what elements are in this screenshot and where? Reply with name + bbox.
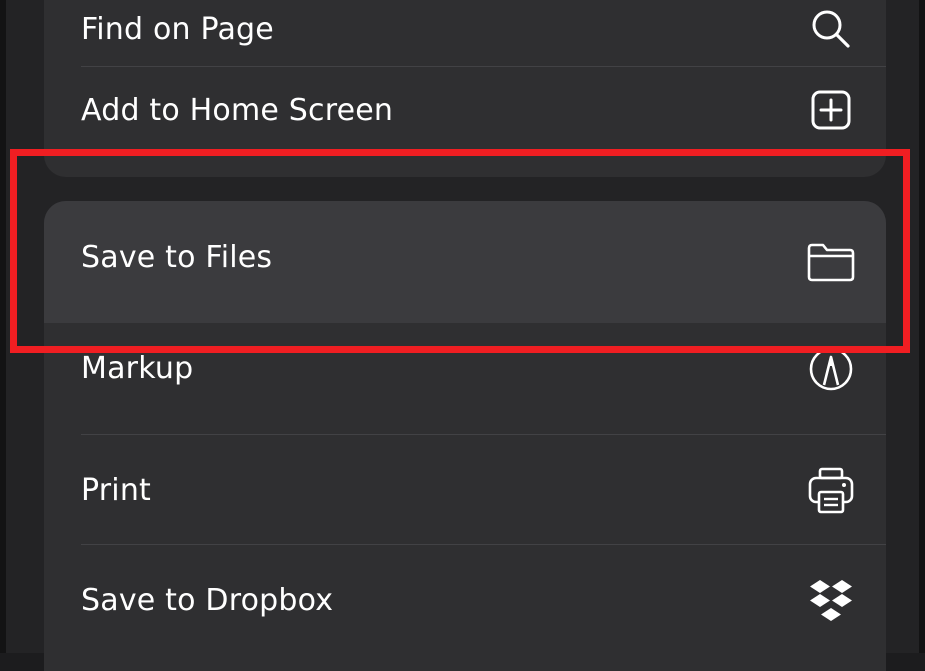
find-on-page-row[interactable]: Find on Page bbox=[44, 0, 886, 67]
save-to-files-label: Save to Files bbox=[81, 239, 273, 275]
save-to-files-row[interactable]: Save to Files bbox=[44, 201, 886, 323]
add-to-home-screen-label: Add to Home Screen bbox=[81, 92, 394, 128]
markup-pen-icon bbox=[806, 344, 856, 394]
dropbox-icon bbox=[806, 575, 856, 625]
search-icon bbox=[806, 5, 856, 55]
right-edge bbox=[919, 0, 925, 653]
print-row[interactable]: Print bbox=[44, 435, 886, 545]
save-to-dropbox-label: Save to Dropbox bbox=[81, 582, 334, 618]
markup-label: Markup bbox=[81, 351, 194, 386]
save-to-dropbox-row[interactable]: Save to Dropbox bbox=[44, 545, 886, 655]
share-actions-group-bottom: Save to Files Markup Print Save to Dropb… bbox=[44, 201, 886, 671]
share-actions-group-top: Find on Page Add to Home Screen bbox=[44, 0, 886, 177]
plus-square-icon bbox=[806, 85, 856, 135]
add-to-home-screen-row[interactable]: Add to Home Screen bbox=[44, 67, 886, 177]
print-label: Print bbox=[81, 472, 152, 508]
folder-icon bbox=[806, 237, 856, 287]
find-on-page-label: Find on Page bbox=[81, 12, 274, 47]
printer-icon bbox=[806, 465, 856, 515]
markup-row[interactable]: Markup bbox=[44, 323, 886, 434]
